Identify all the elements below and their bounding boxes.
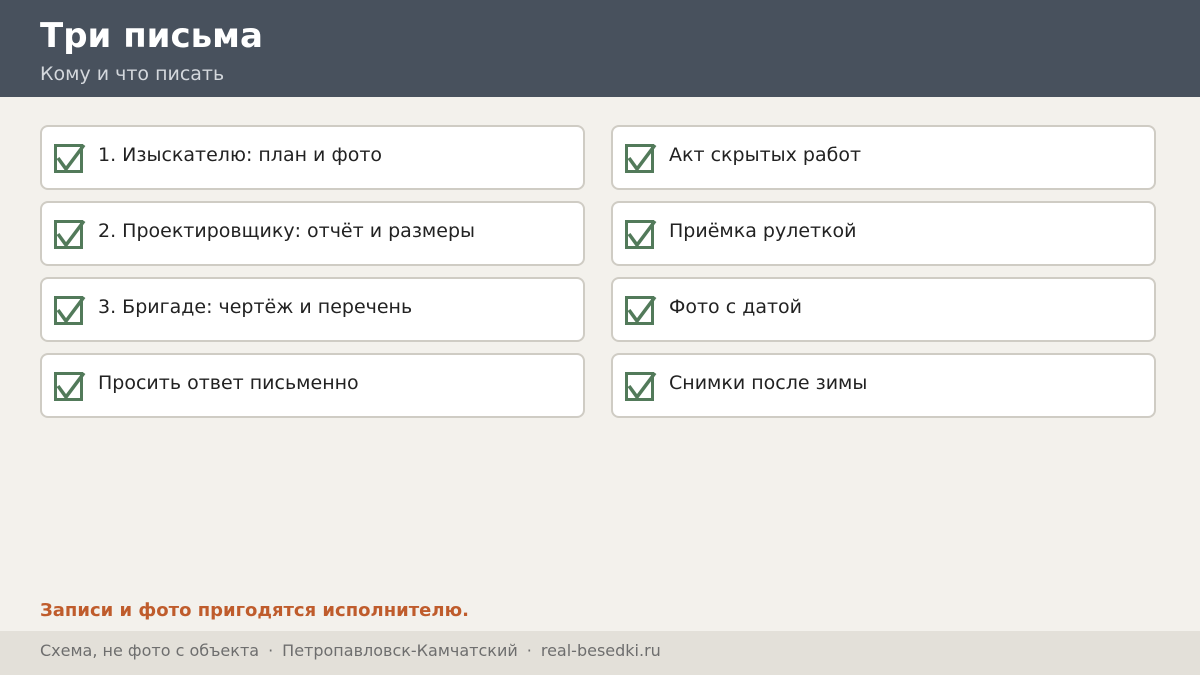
checklist-item-label: 2. Проектировщику: отчёт и размеры xyxy=(98,220,476,242)
checkbox-checked[interactable] xyxy=(625,371,657,401)
checklist-item-label: Просить ответ письменно xyxy=(98,372,359,394)
checkmark-icon xyxy=(627,295,657,324)
checkmark-icon xyxy=(56,143,86,172)
checklist-item[interactable]: 3. Бригаде: чертёж и перечень xyxy=(40,277,585,342)
checklist-item[interactable]: 2. Проектировщику: отчёт и размеры xyxy=(40,201,585,266)
checkbox-checked[interactable] xyxy=(54,295,86,325)
checklist-item-label: Фото с датой xyxy=(669,296,803,318)
page-footer: Схема, не фото с объекта · Петропавловск-К… xyxy=(0,631,1200,675)
checklist-item[interactable]: Снимки после зимы xyxy=(611,353,1156,418)
checklist-item-label: Приёмка рулеткой xyxy=(669,220,857,242)
page-subtitle: Кому и что писать xyxy=(40,63,225,85)
checkbox-checked[interactable] xyxy=(625,143,657,173)
footer-separator: · xyxy=(526,641,532,660)
checkbox-checked[interactable] xyxy=(54,371,86,401)
checklist-item[interactable]: Акт скрытых работ xyxy=(611,125,1156,190)
checklist-item-label: 3. Бригаде: чертёж и перечень xyxy=(98,296,413,318)
page-header: Три письма Кому и что писать xyxy=(0,0,1200,97)
checklist-item-label: Акт скрытых работ xyxy=(669,144,862,166)
footer-line: Схема, не фото с объекта · Петропавловск-К… xyxy=(40,640,661,662)
checkbox-checked[interactable] xyxy=(625,219,657,249)
checklist-item[interactable]: Приёмка рулеткой xyxy=(611,201,1156,266)
checkbox-checked[interactable] xyxy=(625,295,657,325)
checklist-item[interactable]: Фото с датой xyxy=(611,277,1156,342)
checklist-grid: 1. Изыскателю: план и фото Акт скрытых р… xyxy=(40,125,1156,418)
checkmark-icon xyxy=(627,219,657,248)
checkmark-icon xyxy=(56,219,86,248)
checkbox-checked[interactable] xyxy=(54,143,86,173)
checklist-item[interactable]: 1. Изыскателю: план и фото xyxy=(40,125,585,190)
checklist-item-label: 1. Изыскателю: план и фото xyxy=(98,144,383,166)
footer-disclaimer: Схема, не фото с объекта xyxy=(40,641,260,660)
page-title: Три письма xyxy=(40,16,263,56)
checkbox-checked[interactable] xyxy=(54,219,86,249)
checkmark-icon xyxy=(627,143,657,172)
checkmark-icon xyxy=(627,371,657,400)
checklist-item[interactable]: Просить ответ письменно xyxy=(40,353,585,418)
footer-separator: · xyxy=(268,641,274,660)
checkmark-icon xyxy=(56,371,86,400)
checklist-item-label: Снимки после зимы xyxy=(669,372,868,394)
footer-city: Петропавловск-Камчатский xyxy=(282,641,518,660)
highlight-note: Записи и фото пригодятся исполнителю. xyxy=(40,600,469,621)
checkmark-icon xyxy=(56,295,86,324)
footer-site-link[interactable]: real-besedki.ru xyxy=(541,641,661,660)
